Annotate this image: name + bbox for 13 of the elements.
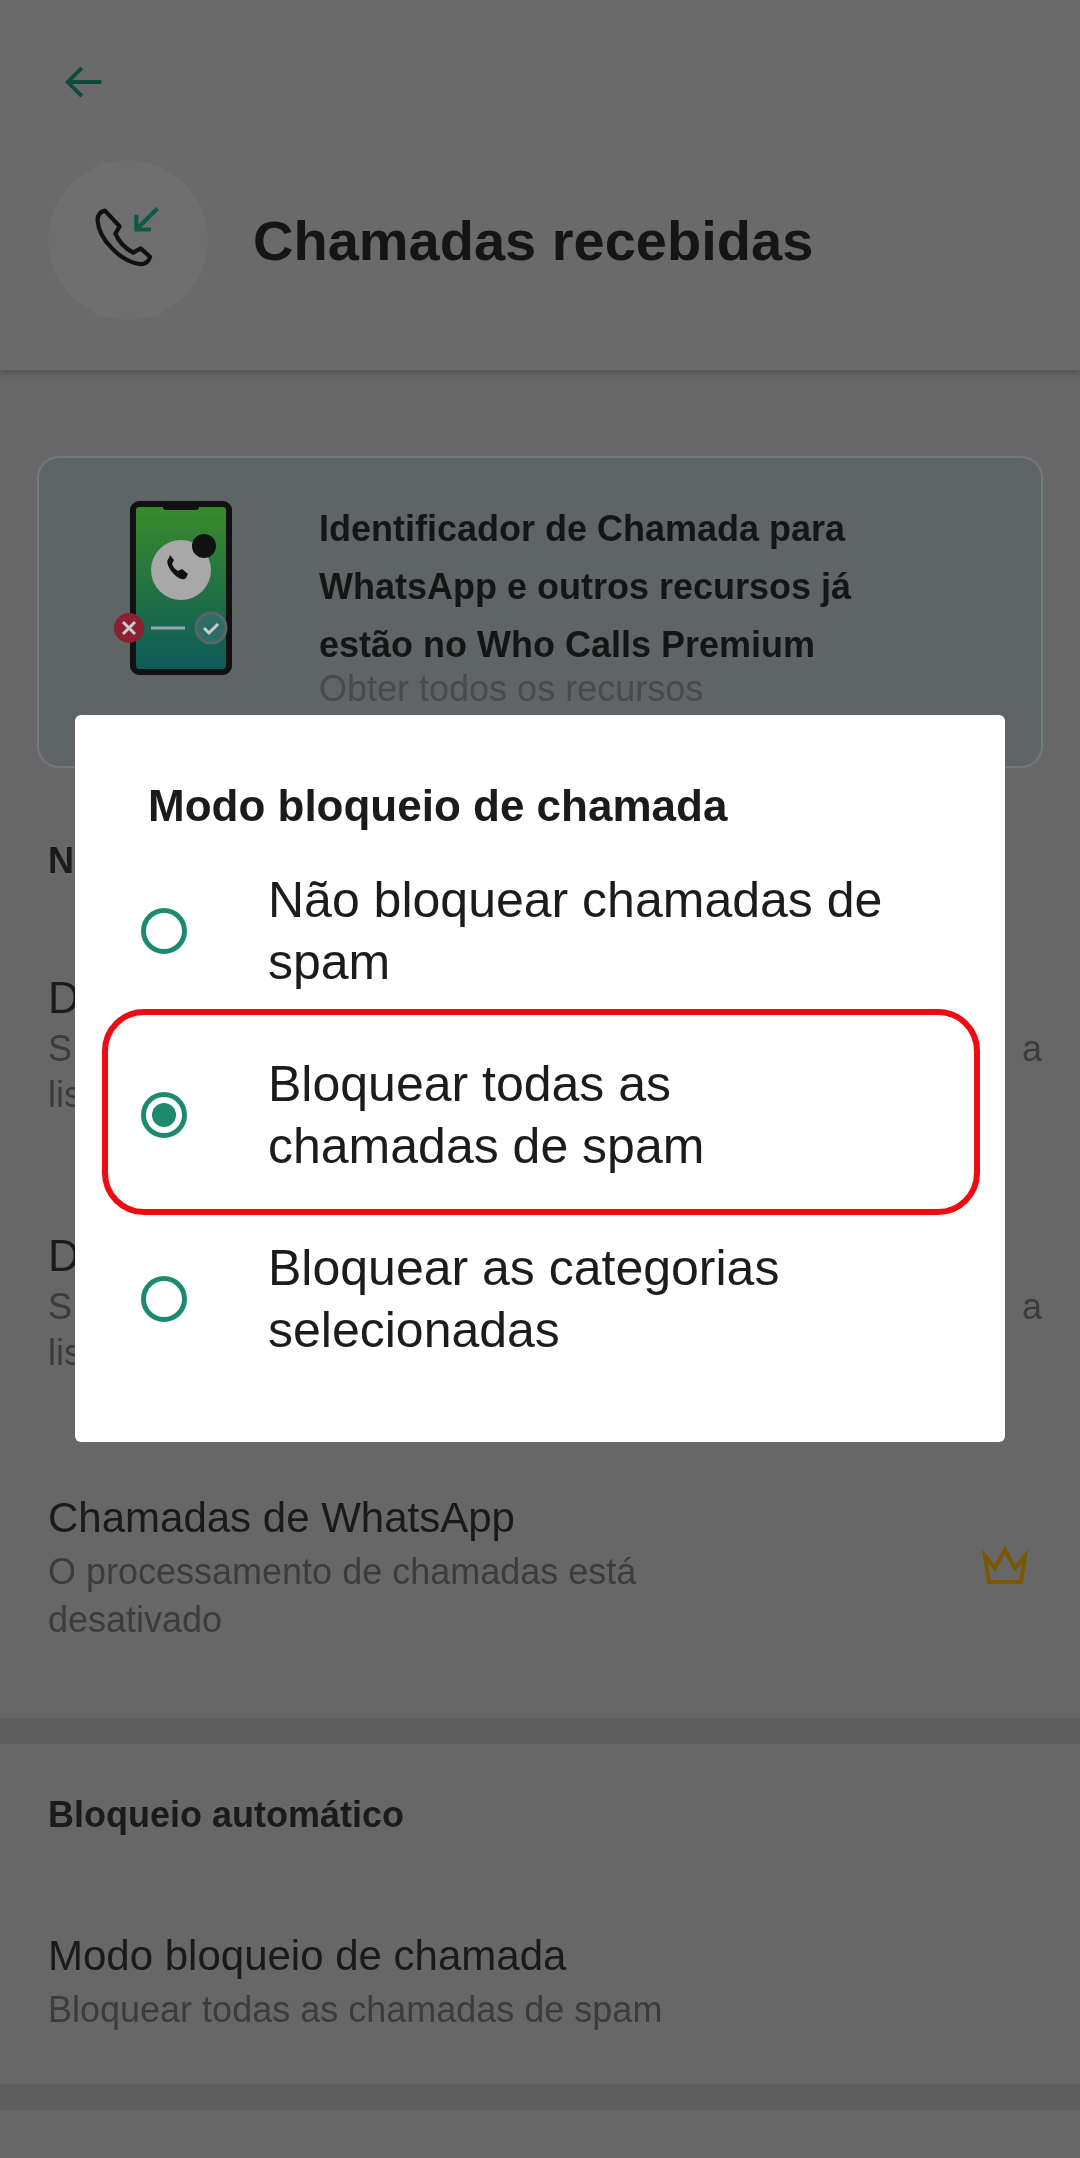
promo-title: Identificador de Chamada para WhatsApp e outros recursos já estão no Who Calls Premium bbox=[319, 507, 853, 667]
radio-button[interactable] bbox=[141, 908, 187, 954]
radio-button[interactable] bbox=[141, 1276, 187, 1322]
radio-button[interactable] bbox=[141, 1092, 187, 1138]
radio-option[interactable]: Bloquear as categorias selecionadas bbox=[75, 1237, 1005, 1361]
setting-title: Chamadas de WhatsApp bbox=[48, 1493, 516, 1543]
screen-title: Chamadas recebidas bbox=[253, 207, 814, 273]
section-heading: Bloqueio automático bbox=[48, 1794, 405, 1836]
setting-title: Modo bloqueio de chamada bbox=[48, 1931, 568, 1981]
radio-option[interactable]: Não bloquear chamadas de spam bbox=[75, 869, 1005, 993]
radio-option[interactable]: Bloquear todas as chamadas de spam bbox=[75, 1053, 1005, 1177]
section-heading: N bbox=[48, 840, 75, 882]
dialog-title: Modo bloqueio de chamada bbox=[148, 781, 729, 831]
